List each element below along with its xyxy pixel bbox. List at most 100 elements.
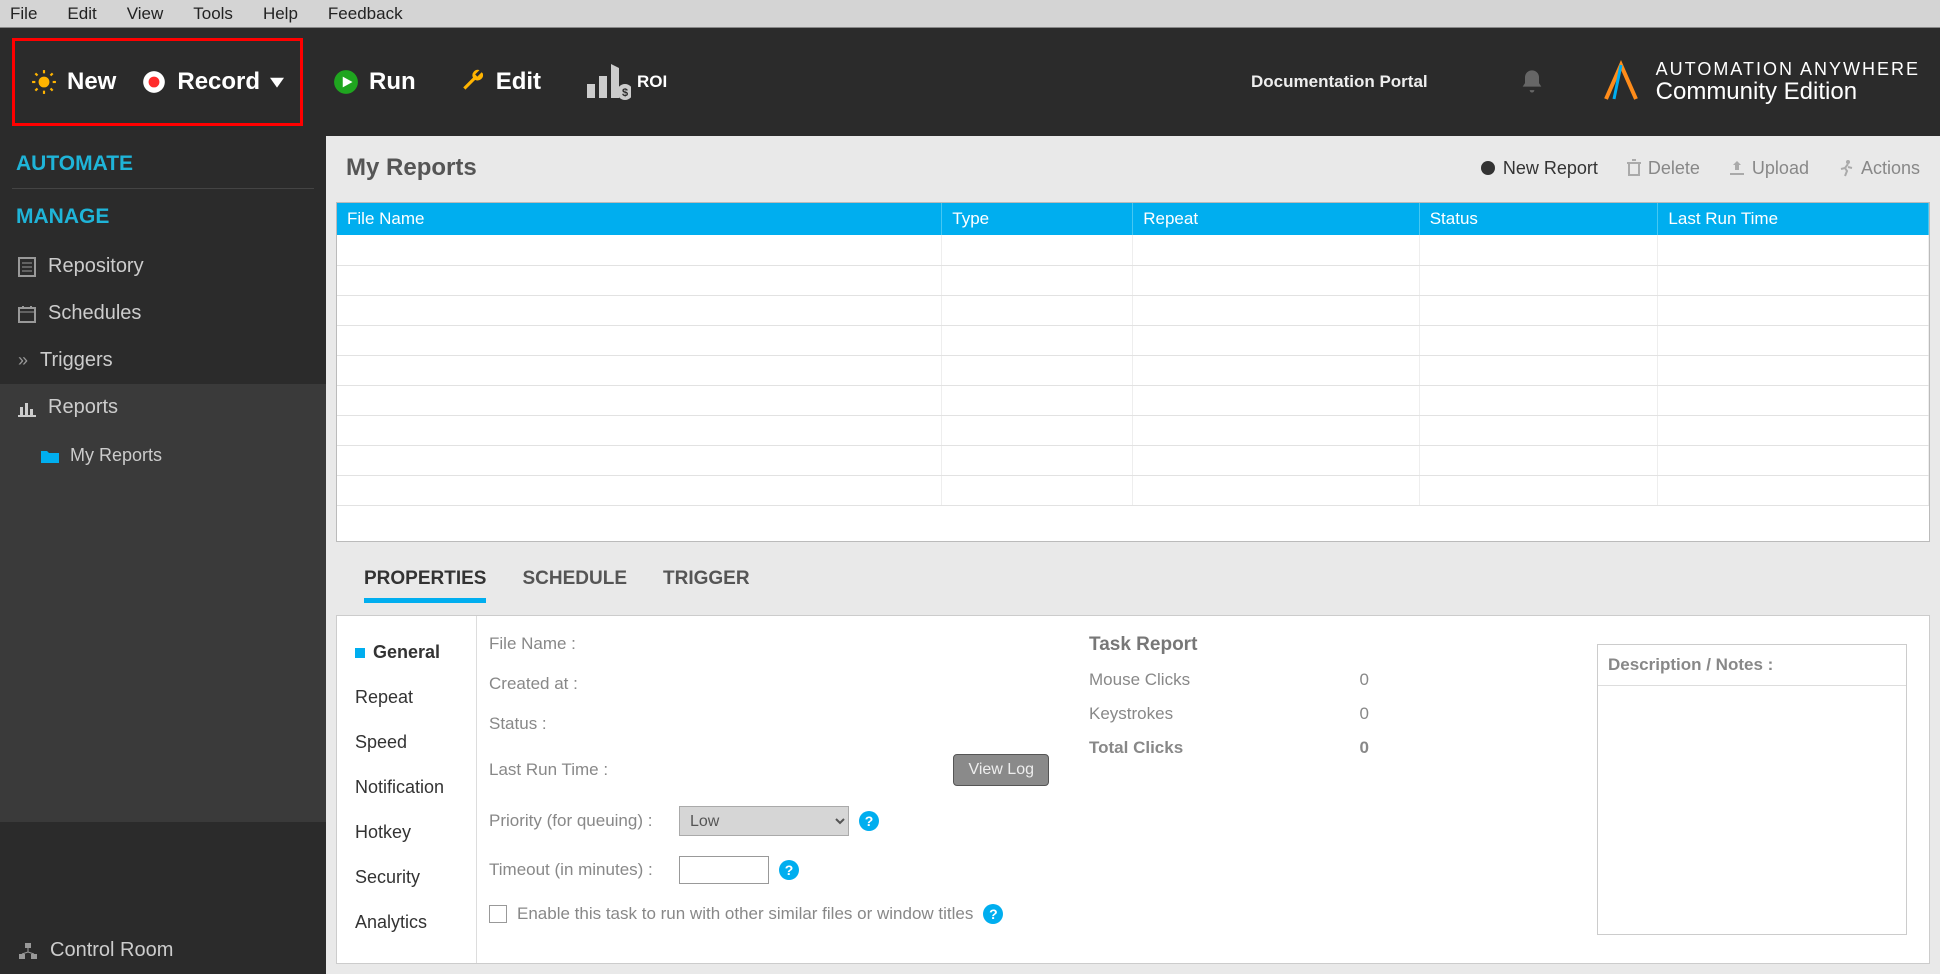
prop-tab-security[interactable]: Security	[337, 855, 476, 900]
view-log-button[interactable]: View Log	[953, 754, 1049, 786]
document-icon	[18, 257, 36, 277]
prop-tab-repeat[interactable]: Repeat	[337, 675, 476, 720]
actions-button[interactable]: Actions	[1837, 158, 1920, 179]
wrench-icon	[460, 69, 486, 95]
sidebar-item-control-room[interactable]: Control Room	[0, 927, 326, 974]
toolbar: New Record Run Edit $ ROI Documentation …	[0, 28, 1940, 136]
sidebar-item-label: Reports	[48, 396, 118, 419]
table-row[interactable]	[337, 445, 1929, 475]
run-button[interactable]: Run	[333, 68, 416, 96]
svg-text:$: $	[622, 87, 628, 99]
label-created-at: Created at :	[489, 674, 669, 694]
tab-schedule[interactable]: SCHEDULE	[522, 568, 627, 603]
label-mouse-clicks: Mouse Clicks	[1089, 670, 1190, 690]
notifications-bell-icon[interactable]	[1518, 67, 1546, 97]
label-status: Status :	[489, 714, 669, 734]
run-label: Run	[369, 68, 416, 96]
record-button[interactable]: Record	[141, 68, 284, 96]
priority-select[interactable]: Low	[679, 806, 849, 836]
col-type[interactable]: Type	[942, 203, 1133, 235]
value-mouse-clicks: 0	[1360, 670, 1369, 690]
col-file-name[interactable]: File Name	[337, 203, 942, 235]
sidebar-subitem-my-reports[interactable]: My Reports	[40, 439, 326, 472]
menu-feedback[interactable]: Feedback	[328, 4, 403, 24]
chevrons-icon: »	[18, 350, 28, 371]
menu-file[interactable]: File	[10, 4, 37, 24]
col-last-run[interactable]: Last Run Time	[1658, 203, 1929, 235]
label-priority: Priority (for queuing) :	[489, 811, 669, 831]
col-status[interactable]: Status	[1419, 203, 1658, 235]
panel-header: My Reports New Report Delete Upload Acti…	[336, 146, 1930, 190]
new-report-button[interactable]: New Report	[1479, 158, 1598, 179]
menu-tools[interactable]: Tools	[193, 4, 233, 24]
timeout-input[interactable]	[679, 856, 769, 884]
trash-icon	[1626, 159, 1642, 177]
prop-tab-general[interactable]: General	[337, 630, 476, 675]
label-total-clicks: Total Clicks	[1089, 738, 1183, 758]
table-row[interactable]	[337, 355, 1929, 385]
sidebar-item-label: Schedules	[48, 302, 141, 325]
prop-tab-notification[interactable]: Notification	[337, 765, 476, 810]
upload-button[interactable]: Upload	[1728, 158, 1809, 179]
sidebar-item-triggers[interactable]: » Triggers	[0, 337, 326, 384]
new-button[interactable]: New	[31, 68, 116, 96]
brand-line2: Community Edition	[1656, 79, 1920, 104]
table-row[interactable]	[337, 325, 1929, 355]
table-row[interactable]	[337, 475, 1929, 505]
menu-edit[interactable]: Edit	[67, 4, 96, 24]
actions-label: Actions	[1861, 158, 1920, 179]
value-keystrokes: 0	[1360, 704, 1369, 724]
sidebar-subitem-label: My Reports	[70, 445, 162, 466]
bar-chart-icon	[18, 399, 36, 417]
sidebar-item-reports[interactable]: Reports	[0, 384, 326, 431]
reports-table: File Name Type Repeat Status Last Run Ti…	[336, 202, 1930, 542]
prop-tab-label: General	[373, 642, 440, 663]
person-run-icon	[1837, 159, 1855, 177]
enable-task-checkbox[interactable]	[489, 905, 507, 923]
upload-icon	[1728, 159, 1746, 177]
delete-button[interactable]: Delete	[1626, 158, 1700, 179]
prop-tab-analytics[interactable]: Analytics	[337, 900, 476, 945]
highlight-box: New Record	[12, 38, 303, 126]
label-last-run: Last Run Time :	[489, 760, 669, 780]
delete-label: Delete	[1648, 158, 1700, 179]
notes-box[interactable]: Description / Notes :	[1597, 644, 1907, 935]
notes-title: Description / Notes :	[1598, 645, 1906, 686]
brand-line1: AUTOMATION ANYWHERE	[1656, 60, 1920, 79]
logo-icon	[1596, 57, 1646, 107]
col-repeat[interactable]: Repeat	[1133, 203, 1419, 235]
roi-label: ROI	[637, 72, 667, 92]
tab-trigger[interactable]: TRIGGER	[663, 568, 750, 603]
panel-title: My Reports	[346, 154, 477, 182]
active-dot-icon	[355, 648, 365, 658]
help-icon[interactable]: ?	[859, 811, 879, 831]
edit-button[interactable]: Edit	[460, 68, 541, 96]
table-row[interactable]	[337, 415, 1929, 445]
help-icon[interactable]: ?	[779, 860, 799, 880]
menu-view[interactable]: View	[127, 4, 164, 24]
documentation-portal-link[interactable]: Documentation Portal	[1251, 72, 1428, 92]
prop-tab-speed[interactable]: Speed	[337, 720, 476, 765]
table-row[interactable]	[337, 235, 1929, 265]
menu-bar: File Edit View Tools Help Feedback	[0, 0, 1940, 28]
table-row[interactable]	[337, 265, 1929, 295]
calendar-icon	[18, 305, 36, 323]
sidebar-item-repository[interactable]: Repository	[0, 243, 326, 290]
label-enable-task: Enable this task to run with other simil…	[517, 904, 973, 924]
record-label: Record	[177, 68, 260, 96]
sidebar-header-automate[interactable]: AUTOMATE	[0, 136, 326, 188]
table-header-row: File Name Type Repeat Status Last Run Ti…	[337, 203, 1929, 235]
new-label: New	[67, 68, 116, 96]
roi-button[interactable]: $ ROI	[585, 62, 667, 102]
table-row[interactable]	[337, 385, 1929, 415]
table-row[interactable]	[337, 295, 1929, 325]
tab-properties[interactable]: PROPERTIES	[364, 568, 486, 603]
new-report-label: New Report	[1503, 158, 1598, 179]
prop-tab-hotkey[interactable]: Hotkey	[337, 810, 476, 855]
help-icon[interactable]: ?	[983, 904, 1003, 924]
sidebar-item-schedules[interactable]: Schedules	[0, 290, 326, 337]
menu-help[interactable]: Help	[263, 4, 298, 24]
label-timeout: Timeout (in minutes) :	[489, 860, 669, 880]
roi-icon: $	[585, 62, 631, 102]
sidebar-header-manage[interactable]: MANAGE	[0, 199, 326, 243]
